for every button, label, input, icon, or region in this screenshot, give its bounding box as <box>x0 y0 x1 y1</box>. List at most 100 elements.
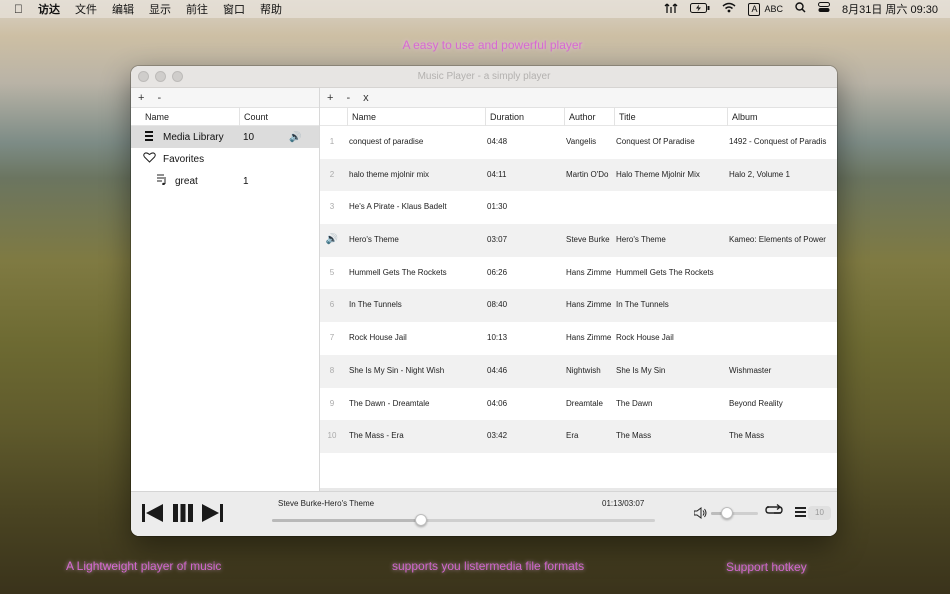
track-name: She Is My Sin - Night Wish <box>349 365 445 375</box>
control-center-icon[interactable] <box>818 2 830 16</box>
track-row[interactable]: 6 In The Tunnels 08:40 Hans Zimme In The Tun… <box>320 289 837 323</box>
volume-slider[interactable] <box>711 507 758 519</box>
playlist-toggle-icon[interactable] <box>795 505 806 520</box>
battery-icon[interactable] <box>690 2 710 16</box>
track-number: 6 <box>329 300 335 310</box>
track-name: conquest of paradise <box>349 137 424 146</box>
column-header-count[interactable]: Count <box>239 108 268 126</box>
progress-knob[interactable] <box>415 514 428 526</box>
track-title: In The Tunnels <box>616 300 669 310</box>
track-row[interactable]: 🔊 Hero's Theme 03:07 Steve Burke Hero's Them… <box>320 224 837 257</box>
remove-track-button[interactable]: - <box>346 92 350 104</box>
track-name: In The Tunnels <box>349 300 402 310</box>
track-duration: 04:46 <box>487 365 508 375</box>
progress-slider[interactable] <box>272 514 655 526</box>
menu-bar-clock[interactable]: 8月31日 周六 09:30 <box>842 1 938 17</box>
track-album: Beyond Reality <box>729 398 783 408</box>
playlist-item-count: 1 <box>243 175 249 187</box>
track-name: halo theme mjolnir mix <box>349 169 430 179</box>
window-titlebar[interactable]: Music Player - a simply player <box>131 66 837 88</box>
column-header-album[interactable]: Album <box>727 108 758 126</box>
column-header-author[interactable]: Author <box>564 108 596 126</box>
promo-caption-left: A Lightweight player of music <box>66 559 222 573</box>
playlist-item-label: great <box>175 175 198 187</box>
track-number: 5 <box>329 267 335 277</box>
track-number: 8 <box>329 365 335 375</box>
track-name: Hummell Gets The Rockets <box>349 267 447 277</box>
column-header-title[interactable]: Title <box>614 108 636 126</box>
track-row[interactable]: 9 The Dawn - Dreamtale 04:06 Dreamtale The D… <box>320 388 837 421</box>
playlist-icon <box>157 174 167 188</box>
pause-button[interactable] <box>173 504 193 527</box>
track-album: The Mass <box>729 431 765 441</box>
player-controls: Steve Burke-Hero's Theme 01:13/03:07 10 <box>131 491 837 536</box>
minimize-window-button[interactable] <box>155 71 166 82</box>
track-row[interactable]: 5 Hummell Gets The Rockets 06:26 Hans Zimme… <box>320 257 837 290</box>
airdrop-icon[interactable] <box>664 2 678 17</box>
input-method-icon[interactable]: A <box>748 2 761 16</box>
track-duration: 03:42 <box>487 431 508 441</box>
track-duration: 03:07 <box>487 235 508 245</box>
playlist-sidebar: + - Name Count Media Library 10 🔊 Favori… <box>131 88 320 491</box>
window-traffic-lights <box>138 71 183 82</box>
spotlight-search-icon[interactable] <box>795 2 806 16</box>
add-track-button[interactable]: + <box>327 92 333 104</box>
volume-knob[interactable] <box>721 507 734 519</box>
track-list: 1 conquest of paradise 04:48 Vangelis Conque… <box>320 126 837 453</box>
add-playlist-button[interactable]: + <box>138 92 144 104</box>
remove-playlist-button[interactable]: - <box>157 92 161 104</box>
apple-menu-icon[interactable]:  <box>14 2 23 16</box>
track-title: Hummell Gets The Rockets <box>616 267 714 277</box>
playlist-item-media-library[interactable]: Media Library 10 🔊 <box>131 126 319 148</box>
track-album: Wishmaster <box>729 365 772 375</box>
track-row[interactable]: 7 Rock House Jail 10:13 Hans Zimme Rock Hous… <box>320 322 837 355</box>
menu-finder[interactable]: 访达 <box>38 1 60 17</box>
track-number: 1 <box>329 137 335 146</box>
next-track-button[interactable] <box>202 504 223 527</box>
zoom-window-button[interactable] <box>172 71 183 82</box>
menu-go[interactable]: 前往 <box>186 1 208 17</box>
track-duration: 08:40 <box>487 300 508 310</box>
track-duration: 04:06 <box>487 398 508 408</box>
menu-file[interactable]: 文件 <box>75 1 97 17</box>
track-list-pane: + - x Name Duration Author Title Album 1… <box>320 88 837 491</box>
track-author: Era <box>566 431 579 441</box>
track-author: Vangelis <box>566 137 597 146</box>
track-duration: 04:48 <box>487 137 508 146</box>
clear-tracks-button[interactable]: x <box>363 92 369 104</box>
wifi-icon[interactable] <box>722 2 736 16</box>
track-row[interactable]: 3 He's A Pirate - Klaus Badelt 01:30 <box>320 191 837 224</box>
track-duration: 10:13 <box>487 333 508 343</box>
menu-view[interactable]: 显示 <box>149 1 171 17</box>
track-row[interactable]: 8 She Is My Sin - Night Wish 04:46 Nightwis… <box>320 354 837 388</box>
track-title: Halo Theme Mjolnir Mix <box>616 169 700 179</box>
repeat-icon[interactable] <box>764 503 784 520</box>
track-name: The Dawn - Dreamtale <box>349 398 430 408</box>
column-header-name[interactable]: Name <box>141 108 169 126</box>
close-window-button[interactable] <box>138 71 149 82</box>
window-title: Music Player - a simply player <box>417 71 551 82</box>
track-album: 1492 - Conquest of Paradis <box>729 137 827 146</box>
playlist-item-favorites[interactable]: Favorites <box>131 148 319 170</box>
column-header-duration[interactable]: Duration <box>485 108 524 126</box>
track-number: 3 <box>329 202 335 212</box>
track-name: Hero's Theme <box>349 235 399 245</box>
track-row[interactable]: 10 The Mass - Era 03:42 Era The Mass The Mass <box>320 420 837 453</box>
playback-time: 01:13/03:07 <box>602 499 645 508</box>
menu-window[interactable]: 窗口 <box>223 1 245 17</box>
volume-icon[interactable] <box>693 507 708 522</box>
menu-edit[interactable]: 编辑 <box>112 1 134 17</box>
playlist-item-great[interactable]: great 1 <box>131 170 319 192</box>
track-toolbar: + - x <box>320 88 837 108</box>
previous-track-button[interactable] <box>142 504 163 527</box>
menu-help[interactable]: 帮助 <box>260 1 282 17</box>
playlist-item-label: Media Library <box>163 131 224 143</box>
now-playing-label: Steve Burke-Hero's Theme <box>278 499 375 508</box>
track-row[interactable]: 2 halo theme mjolnir mix 04:11 Martin O'Do H… <box>320 158 837 192</box>
music-player-window: Music Player - a simply player + - Name … <box>131 66 837 536</box>
track-duration: 01:30 <box>487 202 508 212</box>
track-row[interactable]: 1 conquest of paradise 04:48 Vangelis Conque… <box>320 126 837 159</box>
track-duration: 04:11 <box>487 169 507 179</box>
menu-bar-left:  访达 文件 编辑 显示 前往 窗口 帮助 <box>0 1 282 17</box>
column-header-name[interactable]: Name <box>347 108 376 126</box>
